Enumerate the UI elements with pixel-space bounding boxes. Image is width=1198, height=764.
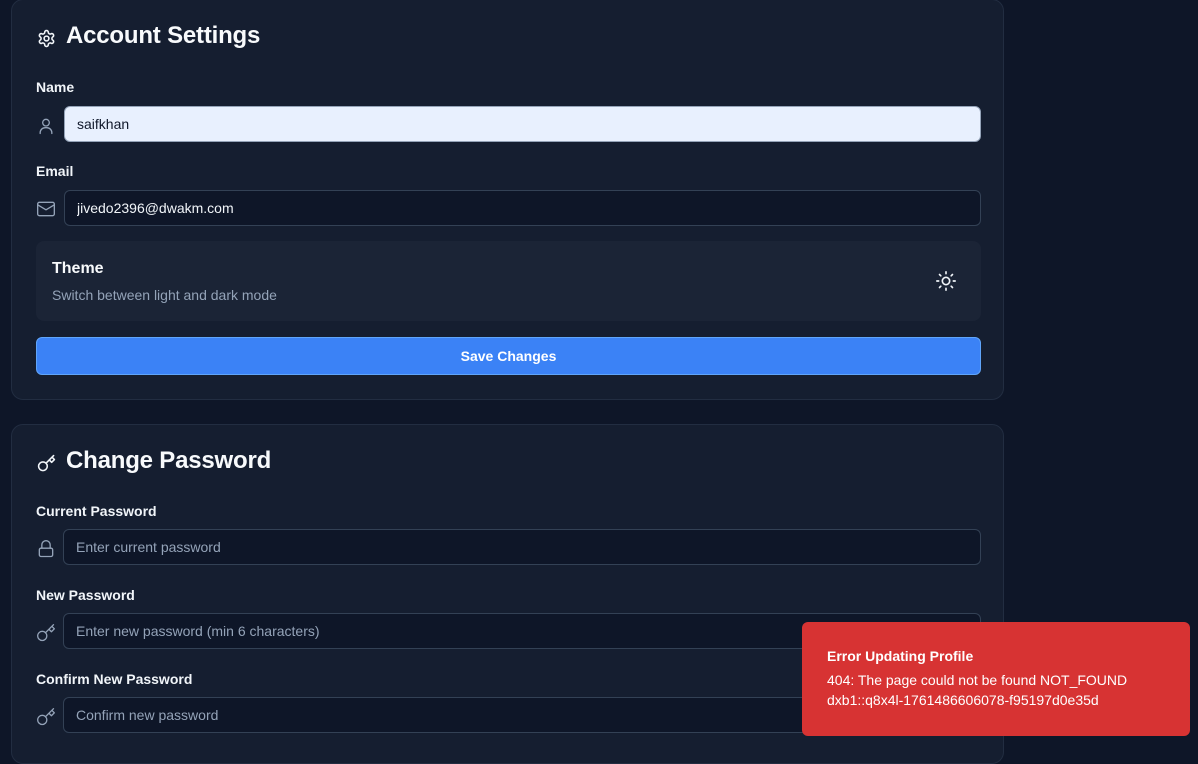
save-changes-button[interactable]: Save Changes bbox=[36, 337, 981, 375]
account-settings-card: Account Settings Name Email Theme Switch… bbox=[11, 0, 1004, 400]
theme-toggle-button[interactable] bbox=[935, 270, 957, 292]
lock-icon bbox=[36, 539, 56, 559]
key-icon bbox=[37, 452, 56, 471]
account-settings-heading: Account Settings bbox=[37, 22, 260, 50]
change-password-heading: Change Password bbox=[37, 447, 271, 475]
name-input[interactable] bbox=[64, 106, 981, 142]
current-password-input[interactable] bbox=[63, 529, 981, 565]
change-password-title: Change Password bbox=[66, 447, 272, 474]
new-password-label: New Password bbox=[36, 587, 135, 603]
user-icon bbox=[36, 116, 56, 136]
current-password-label: Current Password bbox=[36, 503, 157, 519]
theme-setting: Theme Switch between light and dark mode bbox=[36, 241, 981, 321]
account-settings-title: Account Settings bbox=[66, 22, 261, 49]
confirm-password-label: Confirm New Password bbox=[36, 671, 193, 687]
email-label: Email bbox=[36, 163, 74, 179]
key-icon bbox=[36, 623, 56, 643]
email-input[interactable] bbox=[64, 190, 981, 226]
name-label: Name bbox=[36, 79, 75, 95]
toast-message-line-2: dxb1::q8x4l-1761486606078-f95197d0e35d bbox=[827, 692, 1099, 708]
sun-icon bbox=[935, 271, 957, 296]
key-icon bbox=[36, 707, 56, 727]
toast-title: Error Updating Profile bbox=[827, 648, 974, 664]
error-toast[interactable]: Error Updating Profile 404: The page cou… bbox=[802, 622, 1190, 736]
theme-title: Theme bbox=[52, 260, 104, 277]
mail-icon bbox=[36, 199, 56, 219]
gear-icon bbox=[37, 27, 56, 47]
theme-description: Switch between light and dark mode bbox=[52, 287, 277, 303]
toast-message-line-1: 404: The page could not be found NOT_FOU… bbox=[827, 672, 1128, 688]
